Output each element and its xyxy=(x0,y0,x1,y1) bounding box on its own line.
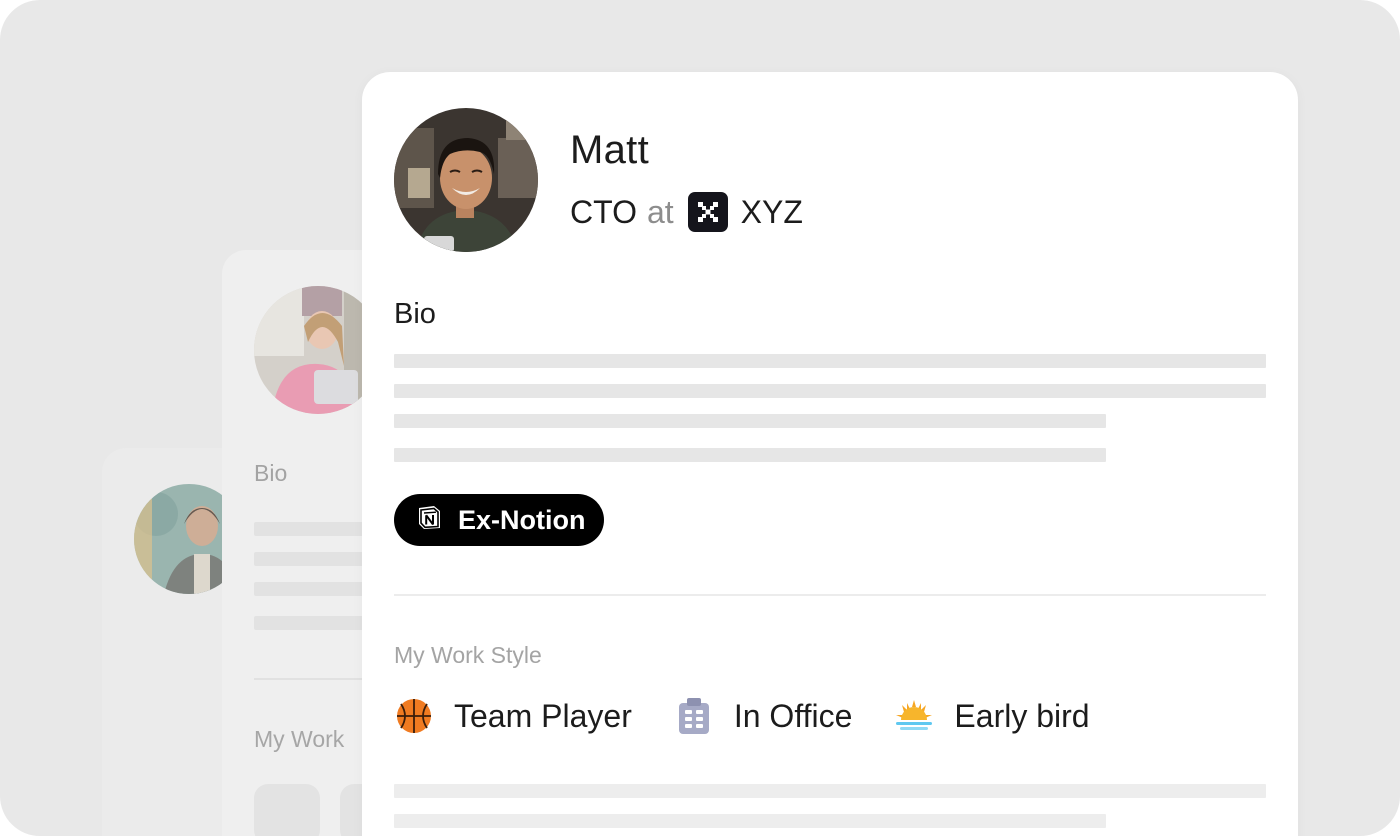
profile-cards-frame: Bio My Work Matt CTO at XYZ Bio Ex-Notio… xyxy=(0,0,1400,836)
work-style-in-office[interactable]: In Office xyxy=(674,696,853,736)
profile-name: Matt xyxy=(570,128,649,172)
office-building-icon xyxy=(674,696,714,736)
bio-label: Bio xyxy=(254,460,288,486)
work-style-label: Team Player xyxy=(454,697,632,734)
work-style-team-player[interactable]: Team Player xyxy=(394,696,632,736)
work-style-heading: My Work Style xyxy=(394,642,542,668)
work-style-list: Team Player In Office Early bird xyxy=(394,696,1132,736)
ex-company-badge[interactable]: Ex-Notion xyxy=(394,494,604,546)
bio-skeleton-line xyxy=(394,384,1266,398)
profile-card: Matt CTO at XYZ Bio Ex-Notion My Work St… xyxy=(362,72,1298,836)
content-skeleton-line xyxy=(394,814,1106,828)
job-title: CTO xyxy=(570,193,637,230)
work-style-early-bird[interactable]: Early bird xyxy=(894,696,1090,736)
bio-skeleton-line xyxy=(394,354,1266,368)
company-logo-icon xyxy=(687,192,728,232)
company-name[interactable]: XYZ xyxy=(741,194,803,231)
work-style-chip-placeholder xyxy=(254,784,320,836)
badge-label: Ex-Notion xyxy=(458,504,586,535)
notion-icon xyxy=(414,502,444,539)
section-divider xyxy=(394,594,1266,596)
avatar-photo-icon xyxy=(394,108,538,252)
basketball-icon xyxy=(394,696,434,736)
bio-skeleton-line xyxy=(394,448,1106,462)
work-style-label: Early bird xyxy=(954,697,1090,734)
role-connector: at xyxy=(646,193,674,230)
work-style-label: My Work xyxy=(254,726,345,752)
work-style-label: In Office xyxy=(733,697,853,734)
avatar xyxy=(394,108,538,252)
bio-heading: Bio xyxy=(394,298,436,330)
sunrise-icon xyxy=(894,696,934,736)
bio-skeleton-line xyxy=(394,414,1106,428)
role-line: CTO at XYZ xyxy=(570,192,803,232)
content-skeleton-line xyxy=(394,784,1266,798)
